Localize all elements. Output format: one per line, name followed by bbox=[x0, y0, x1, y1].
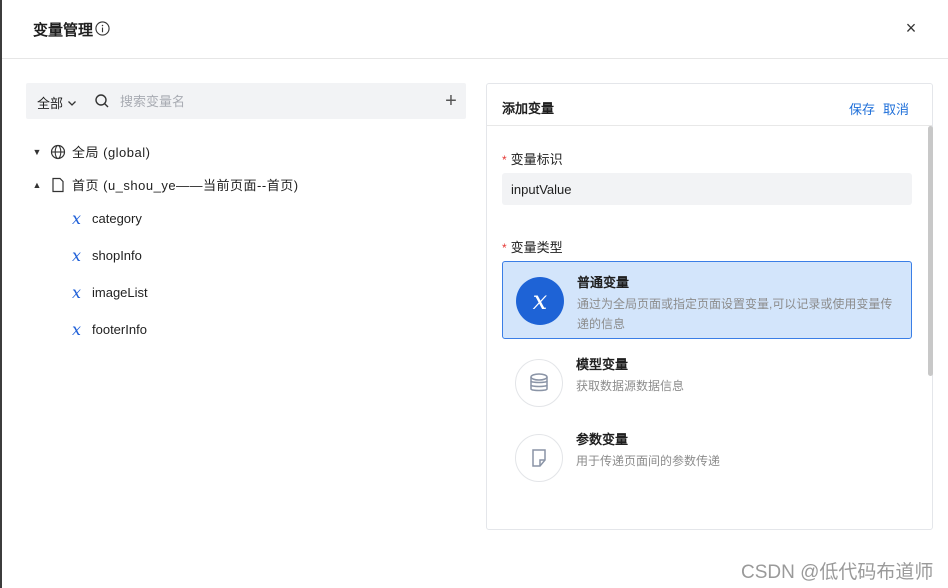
variable-name: shopInfo bbox=[92, 248, 142, 263]
tree-variable-item[interactable]: x footerInfo bbox=[72, 320, 147, 339]
type-icon-circle bbox=[515, 434, 563, 482]
save-button[interactable]: 保存 bbox=[849, 99, 875, 118]
tree-node-global[interactable]: ▼ 全局 (global) bbox=[32, 142, 150, 161]
chevron-down-icon bbox=[68, 100, 76, 106]
type-icon-circle bbox=[515, 359, 563, 407]
variable-name: category bbox=[92, 211, 142, 226]
info-icon[interactable] bbox=[95, 21, 110, 36]
database-icon bbox=[530, 373, 548, 392]
variable-type-label: * 变量类型 bbox=[502, 237, 563, 256]
required-mark: * bbox=[502, 241, 507, 255]
type-description: 获取数据源数据信息 bbox=[576, 379, 685, 393]
type-option-model[interactable]: 模型变量 获取数据源数据信息 bbox=[502, 344, 912, 422]
type-description: 用于传递页面间的参数传递 bbox=[576, 454, 721, 468]
page-icon bbox=[52, 177, 64, 192]
label-text: 变量类型 bbox=[510, 240, 563, 255]
type-name: 普通变量 bbox=[577, 275, 630, 290]
window-edge bbox=[0, 0, 2, 588]
variable-x-icon: x bbox=[72, 283, 82, 302]
panel-header: 添加变量 保存 取消 bbox=[487, 84, 932, 126]
required-mark: * bbox=[502, 153, 507, 167]
dialog-title: 变量管理 bbox=[33, 22, 94, 39]
variable-id-label: * 变量标识 bbox=[502, 149, 563, 168]
label-text: 变量标识 bbox=[510, 152, 563, 167]
page-icon bbox=[532, 449, 546, 467]
close-button[interactable]: × bbox=[901, 18, 921, 38]
variable-id-input[interactable] bbox=[502, 173, 912, 205]
add-variable-button[interactable]: + bbox=[442, 91, 460, 111]
variable-toolbar: 全部 + bbox=[26, 83, 466, 119]
panel-title: 添加变量 bbox=[502, 101, 555, 116]
type-icon-circle: x bbox=[516, 277, 564, 325]
tree-node-label: 全局 (global) bbox=[72, 145, 151, 160]
type-option-param[interactable]: 参数变量 用于传递页面间的参数传递 bbox=[502, 419, 912, 497]
tree-node-page[interactable]: ▲ 首页 (u_shou_ye——当前页面--首页) bbox=[32, 175, 299, 194]
type-name: 参数变量 bbox=[576, 432, 629, 447]
type-option-normal[interactable]: x 普通变量 通过为全局页面或指定页面设置变量,可以记录或使用变量传递的信息 bbox=[502, 261, 912, 339]
caret-right-icon[interactable]: ▼ bbox=[32, 147, 42, 157]
tree-variable-item[interactable]: x shopInfo bbox=[72, 246, 142, 265]
panel-scrollbar[interactable] bbox=[928, 126, 933, 376]
type-description: 通过为全局页面或指定页面设置变量,可以记录或使用变量传递的信息 bbox=[577, 297, 893, 331]
globe-icon bbox=[50, 144, 66, 159]
variable-x-icon: x bbox=[72, 209, 82, 228]
tree-variable-item[interactable]: x category bbox=[72, 209, 142, 228]
search-input[interactable] bbox=[120, 91, 420, 111]
add-variable-panel: 添加变量 保存 取消 *变量标识 *变量类型 x 普通变量 通过为全局页面或指定… bbox=[486, 83, 933, 530]
variable-x-icon: x bbox=[72, 246, 82, 265]
caret-up-icon[interactable]: ▲ bbox=[32, 180, 42, 190]
search-icon bbox=[95, 94, 109, 108]
scope-label: 全部 bbox=[37, 96, 64, 111]
variable-name: imageList bbox=[92, 285, 148, 300]
scope-dropdown[interactable]: 全部 bbox=[37, 93, 77, 112]
cancel-button[interactable]: 取消 bbox=[883, 99, 909, 118]
tree-node-label: 首页 (u_shou_ye——当前页面--首页) bbox=[72, 178, 299, 193]
type-name: 模型变量 bbox=[576, 357, 629, 372]
variable-x-icon: x bbox=[532, 286, 548, 316]
variable-x-icon: x bbox=[72, 320, 82, 339]
watermark: CSDN @低代码布道师 bbox=[741, 562, 934, 583]
dialog-header: 变量管理 × bbox=[2, 0, 948, 59]
tree-variable-item[interactable]: x imageList bbox=[72, 283, 148, 302]
variable-name: footerInfo bbox=[92, 322, 147, 337]
